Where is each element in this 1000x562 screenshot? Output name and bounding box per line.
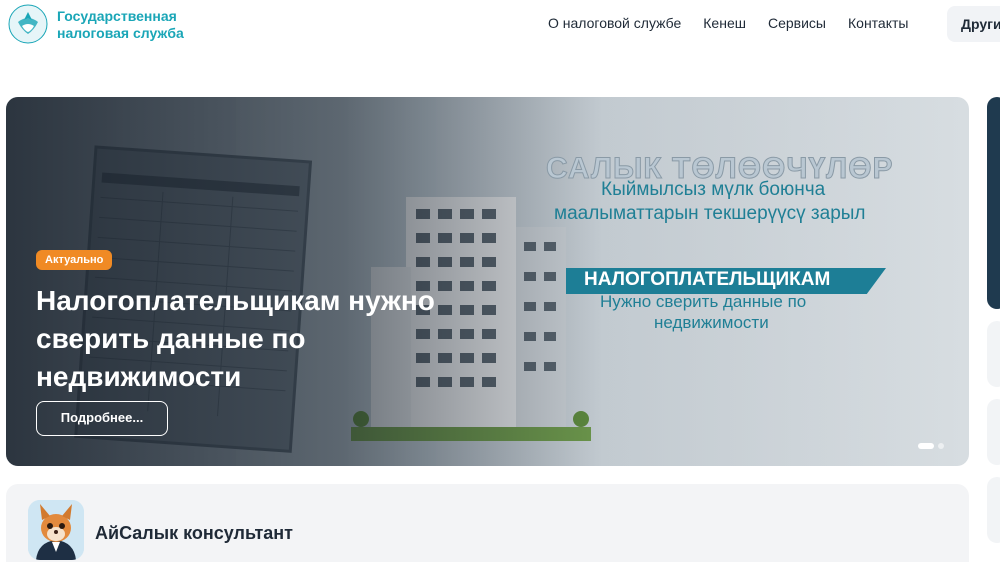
banner-text-kg-1: Кыймылсыз мүлк боюнча <box>601 179 826 200</box>
slider-dot-2[interactable] <box>938 443 944 449</box>
nav-item-services[interactable]: Сервисы <box>768 15 826 31</box>
site-header: Государственная налоговая служба О налог… <box>0 0 1000 50</box>
banner-heading-ru: НАЛОГОПЛАТЕЛЬЩИКАМ <box>584 269 831 290</box>
side-card-2[interactable] <box>987 321 1000 387</box>
status-badge: Актуально <box>36 250 113 270</box>
consultant-title: АйСалык консультант <box>95 523 293 543</box>
brand-name[interactable]: Государственная налоговая служба <box>57 8 184 42</box>
nav-item-kenesh[interactable]: Кенеш <box>703 15 746 31</box>
banner-text-ru-2: недвижимости <box>654 313 769 332</box>
banner-text-kg-2: маалыматтарын текшерүүсү зарыл <box>554 203 866 224</box>
side-card-1[interactable] <box>987 97 1000 309</box>
slider-dots <box>918 443 944 449</box>
more-button[interactable]: Подробнее... <box>36 401 168 436</box>
slider-dot-1[interactable] <box>918 443 934 449</box>
brand-line-1: Государственная <box>57 8 177 24</box>
consultant-card[interactable]: АйСалык консультант <box>6 484 969 562</box>
nav-item-contacts[interactable]: Контакты <box>848 15 908 31</box>
hero-title: Налогоплательщикам нужно сверить данные … <box>36 285 435 392</box>
side-card-3[interactable] <box>987 399 1000 465</box>
squirrel-avatar-icon <box>28 500 84 560</box>
side-card-4[interactable] <box>987 477 1000 543</box>
hero-slider[interactable]: САЛЫК ТӨЛӨӨЧҮЛӨР Кыймылсыз мүлк боюнча м… <box>6 97 969 466</box>
nav-item-about[interactable]: О налоговой службе <box>548 15 681 31</box>
banner-text-ru-1: Нужно сверить данные по <box>600 292 807 311</box>
brand-line-2: налоговая служба <box>57 25 184 41</box>
tax-service-logo-icon[interactable] <box>8 4 48 44</box>
other-button[interactable]: Други <box>947 6 1000 42</box>
main-nav: О налоговой службе Кенеш Сервисы Контакт… <box>548 15 930 31</box>
